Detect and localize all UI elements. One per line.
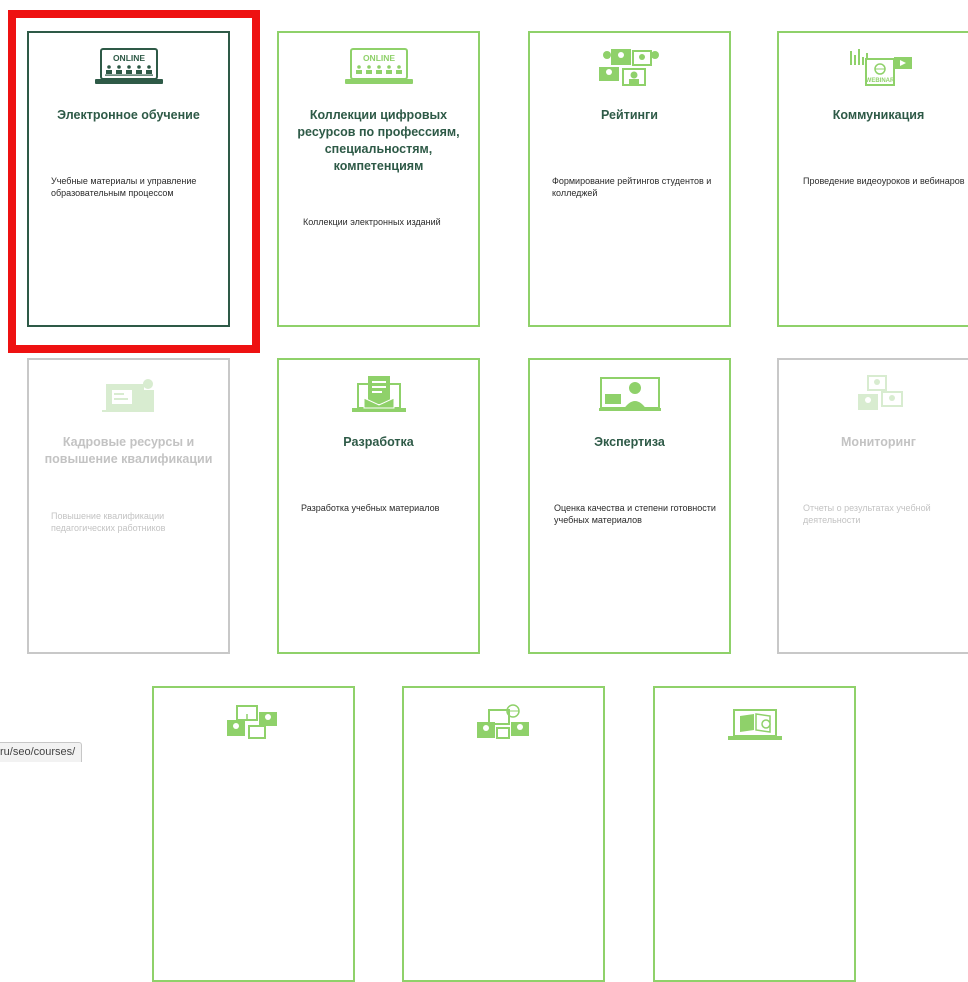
card-description: Повышение квалификации педагогических ра… [51, 511, 166, 533]
monitoring-people-icon [779, 374, 968, 414]
card-description: Отчеты о результатах учебной деятельност… [803, 503, 931, 525]
people-globe-icon [404, 702, 603, 742]
card-title: Мониторинг [841, 435, 916, 449]
expert-screen-icon [530, 374, 729, 414]
online-laptop-icon: ONLINE [279, 47, 478, 87]
card-title: Коллекции цифровых ресурсов по профессия… [297, 108, 460, 173]
card-communication[interactable]: WEBINAR Коммуникация Проведение видеоуро… [777, 31, 968, 327]
card-description: Оценка качества и степени готовности уче… [554, 503, 716, 525]
online-laptop-icon: ONLINE [29, 47, 228, 87]
svg-text:ONLINE: ONLINE [112, 53, 144, 63]
people-screens-icon [530, 47, 729, 87]
people-network-icon [154, 702, 353, 742]
svg-text:ONLINE: ONLINE [362, 53, 394, 63]
webinar-icon: WEBINAR [779, 47, 968, 87]
card-title: Кадровые ресурсы и повышение квалификаци… [44, 435, 213, 466]
card-title: Рейтинги [601, 108, 658, 122]
card-digital-collections[interactable]: ONLINE Коллекции цифровых ресурсов по пр… [277, 31, 480, 327]
card-monitoring[interactable]: Мониторинг Отчеты о результатах учебной … [777, 358, 968, 654]
card-description: Проведение видеоуроков и вебинаров [803, 176, 965, 186]
card-expertise[interactable]: Экспертиза Оценка качества и степени гот… [528, 358, 731, 654]
book-laptop-icon [655, 702, 854, 742]
card-description: Разработка учебных материалов [301, 503, 440, 513]
document-laptop-icon [279, 374, 478, 414]
card-row3-3[interactable] [653, 686, 856, 982]
card-description: Коллекции электронных изданий [303, 217, 441, 227]
status-bar-url: ru/seo/courses/ [0, 742, 83, 762]
card-e-learning[interactable]: ONLINE Электронное обучение Учебные мате… [27, 31, 230, 327]
card-staff-resources[interactable]: Кадровые ресурсы и повышение квалификаци… [27, 358, 230, 654]
card-description: Формирование рейтингов студентов и колле… [552, 176, 712, 198]
card-row3-2[interactable] [402, 686, 605, 982]
card-title: Экспертиза [594, 435, 665, 449]
card-description: Учебные материалы и управление образоват… [51, 176, 197, 198]
presentation-board-icon [29, 374, 228, 414]
card-title: Разработка [343, 435, 414, 449]
card-title: Электронное обучение [57, 108, 200, 122]
svg-text:WEBINAR: WEBINAR [865, 78, 894, 84]
card-row3-1[interactable] [152, 686, 355, 982]
card-ratings[interactable]: Рейтинги Формирование рейтингов студенто… [528, 31, 731, 327]
card-title: Коммуникация [832, 108, 925, 122]
card-development[interactable]: Разработка Разработка учебных материалов [277, 358, 480, 654]
